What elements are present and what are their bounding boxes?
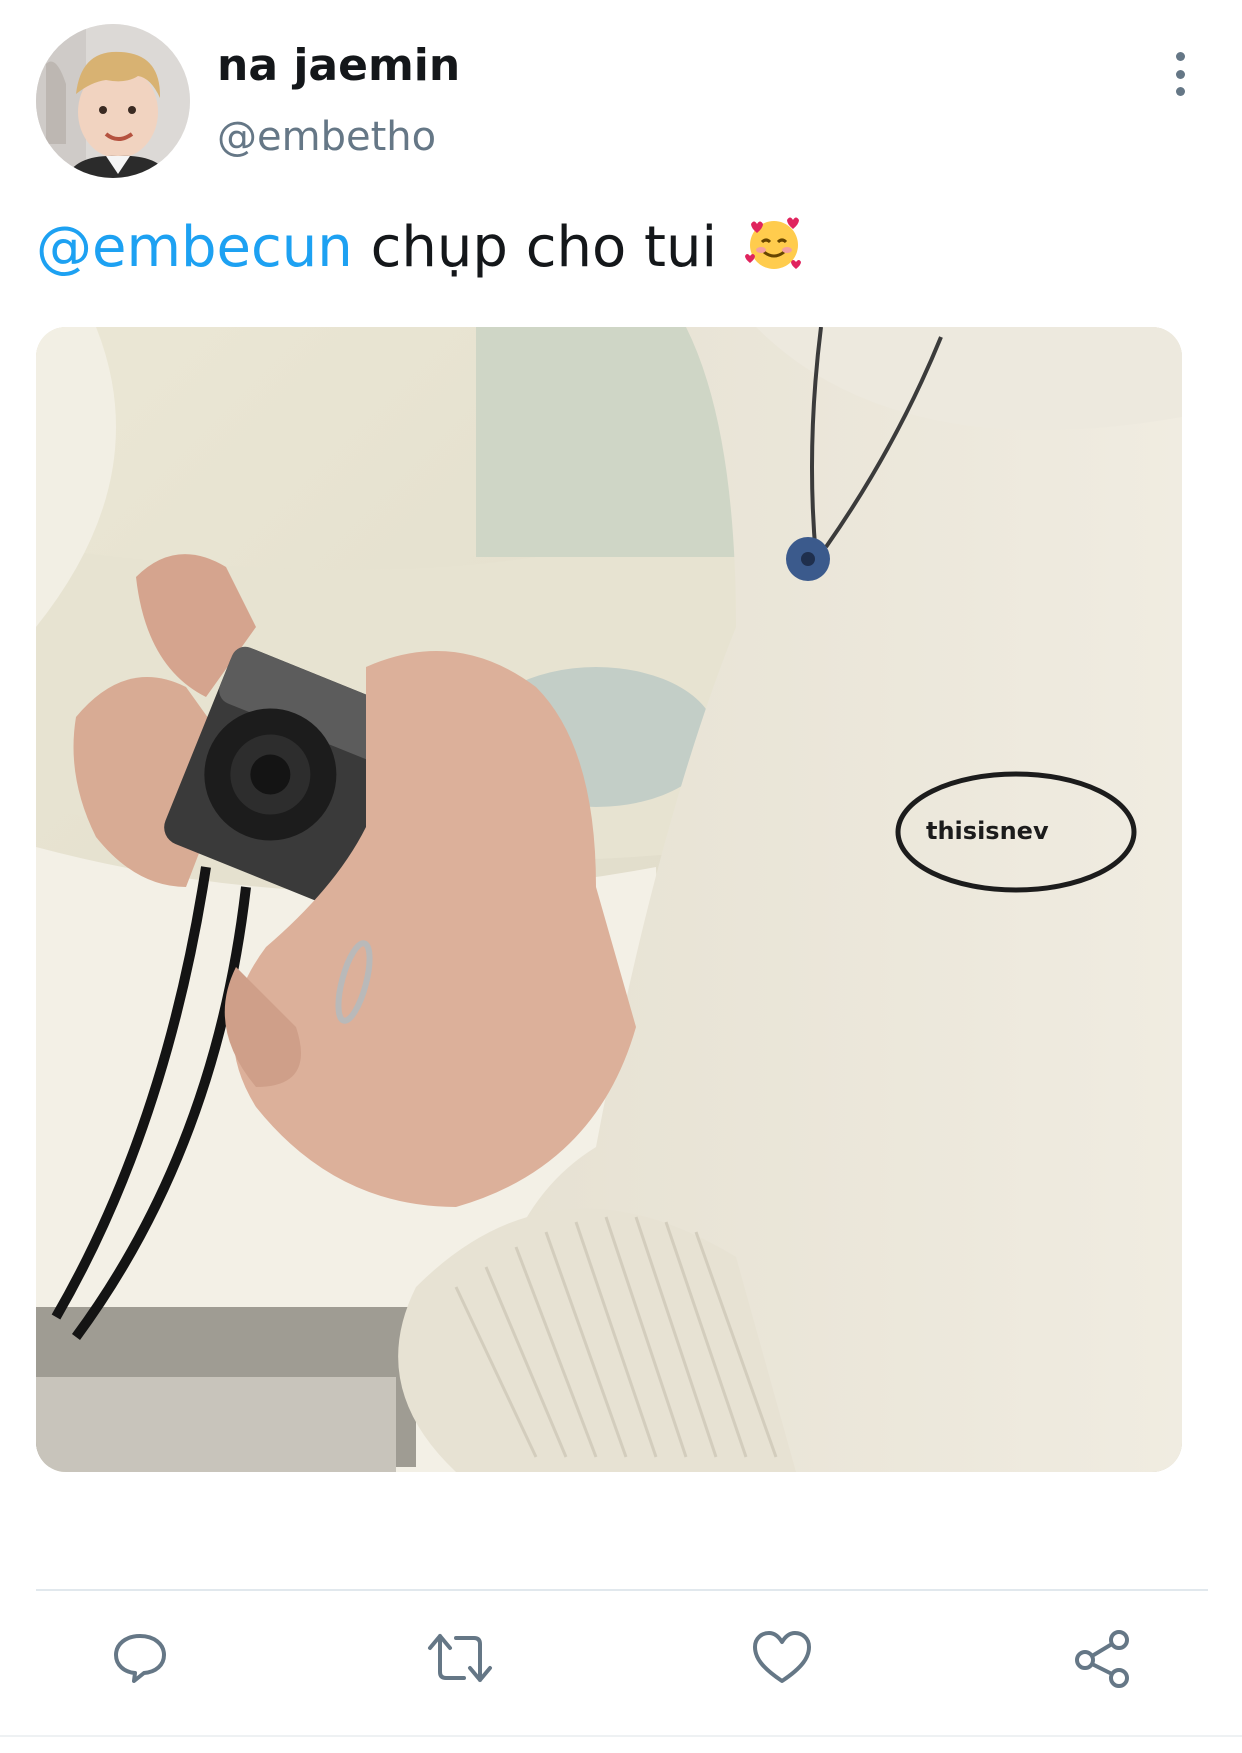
action-divider xyxy=(36,1589,1208,1591)
heart-icon xyxy=(753,1631,811,1683)
reply-icon xyxy=(114,1634,166,1683)
share-button[interactable] xyxy=(1064,1620,1140,1696)
mention-link[interactable]: @embecun xyxy=(36,215,353,280)
more-options-icon[interactable] xyxy=(1160,46,1200,102)
tweet-actions-bar xyxy=(0,1620,1242,1710)
smiling-face-with-hearts-icon xyxy=(743,212,805,274)
retweet-icon xyxy=(428,1634,492,1682)
author-handle[interactable]: @embetho xyxy=(217,114,436,160)
tweet-photo[interactable]: thisisnev xyxy=(36,327,1182,1472)
tweet-body: chụp cho tui xyxy=(370,215,718,280)
author-name[interactable]: na jaemin xyxy=(217,40,460,91)
share-icon xyxy=(1075,1630,1129,1688)
reply-button[interactable] xyxy=(102,1620,178,1696)
avatar[interactable] xyxy=(36,24,190,178)
tweet-header: na jaemin @embetho xyxy=(0,0,1242,200)
like-button[interactable] xyxy=(744,1620,820,1696)
retweet-button[interactable] xyxy=(422,1620,498,1696)
sweater-logo-text: thisisnev xyxy=(926,817,1049,845)
bottom-divider xyxy=(0,1735,1242,1737)
tweet-text: @embecun chụp cho tui xyxy=(36,212,805,280)
